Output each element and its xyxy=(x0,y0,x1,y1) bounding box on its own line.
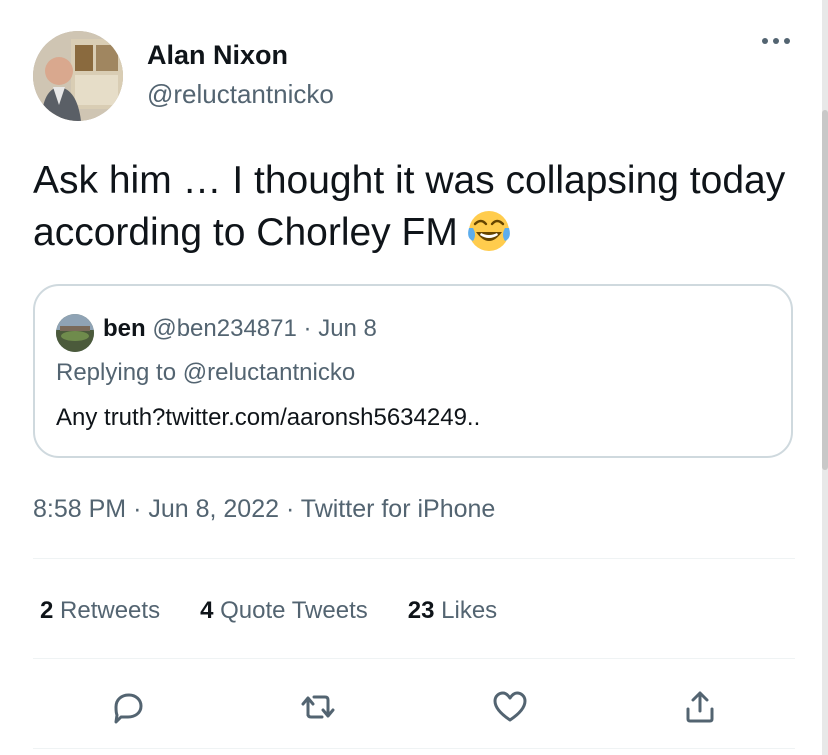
share-icon xyxy=(686,691,714,723)
quoted-handle: @ben234871 xyxy=(152,315,297,342)
retweets-label: Retweets xyxy=(60,597,161,624)
separator: · xyxy=(285,495,295,523)
tweet-body: Ask him … I thought it was collapsing to… xyxy=(33,159,786,254)
quote-count: 4 xyxy=(200,597,214,624)
divider xyxy=(33,558,795,559)
likes-label: Likes xyxy=(441,597,498,624)
quote-tweets-stat[interactable]: 4 Quote Tweets xyxy=(200,597,368,625)
like-icon xyxy=(493,691,527,722)
quoted-avatar xyxy=(56,314,94,352)
retweets-count: 2 xyxy=(40,597,54,624)
retweets-stat[interactable]: 2 Retweets xyxy=(40,597,160,625)
reply-icon xyxy=(114,693,143,724)
quoted-name: ben xyxy=(103,315,146,342)
author-name[interactable]: Alan Nixon xyxy=(147,40,288,71)
quoted-date: Jun 8 xyxy=(318,315,377,342)
quoted-text: Any truth?twitter.com/aaronsh5634249.. xyxy=(56,404,481,431)
share-button[interactable] xyxy=(680,687,720,727)
engagement-stats: 2 Retweets 4 Quote Tweets 23 Likes xyxy=(40,597,537,625)
more-dot xyxy=(784,38,790,44)
more-dot xyxy=(773,38,779,44)
likes-count: 23 xyxy=(407,597,435,624)
timestamp: 8:58 PM · Jun 8, 2022 · Twitter for iPho… xyxy=(33,495,495,524)
separator: · xyxy=(303,315,312,342)
quote-label: Quote Tweets xyxy=(220,597,368,624)
scrollbar-thumb[interactable] xyxy=(822,110,828,470)
tweet-date[interactable]: Jun 8, 2022 xyxy=(148,495,279,523)
scrollbar[interactable] xyxy=(822,0,828,755)
tweet-text: Ask him … I thought it was collapsing to… xyxy=(33,155,793,259)
quoted-header: ben @ben234871 · Jun 8 xyxy=(103,315,377,343)
tweet-time[interactable]: 8:58 PM xyxy=(33,495,126,523)
face-with-tears-of-joy-icon xyxy=(467,211,510,251)
separator: · xyxy=(133,495,142,523)
profile-photo-icon xyxy=(33,31,123,121)
replying-to: Replying to @reluctantnicko xyxy=(56,359,355,387)
replying-prefix: Replying to xyxy=(56,359,183,386)
likes-stat[interactable]: 23 Likes xyxy=(408,597,497,625)
divider xyxy=(33,748,795,749)
more-dot xyxy=(762,38,768,44)
divider xyxy=(33,658,795,659)
avatar[interactable] xyxy=(33,31,123,121)
more-options-icon[interactable] xyxy=(762,38,790,44)
like-button[interactable] xyxy=(490,687,530,727)
tweet-source[interactable]: Twitter for iPhone xyxy=(301,495,496,523)
retweet-button[interactable] xyxy=(298,687,338,727)
stadium-photo-icon xyxy=(56,314,94,352)
retweet-icon xyxy=(301,695,335,719)
reply-button[interactable] xyxy=(108,687,148,727)
quoted-tweet[interactable]: ben @ben234871 · Jun 8 Replying to @relu… xyxy=(33,284,793,458)
author-handle[interactable]: @reluctantnicko xyxy=(147,79,334,110)
replying-handle: @reluctantnicko xyxy=(182,359,356,386)
